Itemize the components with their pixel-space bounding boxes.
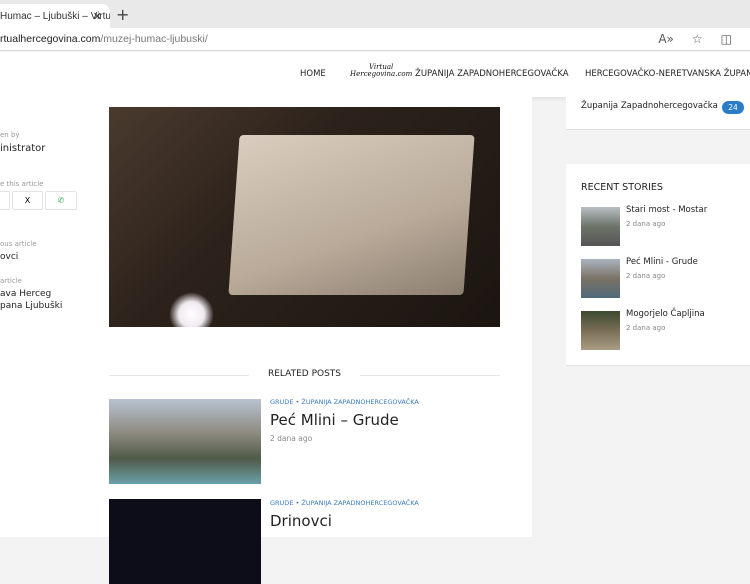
read-aloud-icon[interactable]: A» <box>658 32 674 46</box>
category-count-badge: 24 <box>722 101 744 114</box>
related-post-categories: GRUDE • ŽUPANIJA ZAPADNOHERCEGOVAČKA <box>270 499 419 507</box>
split-screen-icon[interactable]: ◫ <box>721 32 732 46</box>
address-bar[interactable]: rtualhercegovina.com/muzej-humac-ljubusk… <box>0 28 750 51</box>
nav-hercegovacko-neretvanska[interactable]: HERCEGOVAČKO-NERETVANSKA ŽUPANIJA <box>585 69 750 79</box>
recent-story-image[interactable] <box>581 259 620 298</box>
x-icon: X <box>24 196 31 205</box>
close-tab-icon[interactable]: ✕ <box>93 10 102 23</box>
recent-story-title[interactable]: Stari most - Mostar <box>626 205 707 215</box>
related-post-title[interactable]: Peć Mlini – Grude <box>270 411 399 429</box>
recent-story-title[interactable]: Peć Mlini - Grude <box>626 257 698 267</box>
share-label: e this article <box>0 180 44 188</box>
related-post-categories: GRUDE • ŽUPANIJA ZAPADNOHERCEGOVAČKA <box>270 398 419 406</box>
recent-stories-widget: RECENT STORIES Stari most - Mostar 2 dan… <box>566 164 750 366</box>
nav-home[interactable]: HOME <box>300 69 326 79</box>
category-link[interactable]: GRUDE <box>270 499 293 507</box>
previous-article-link[interactable]: ovci <box>0 252 18 262</box>
recent-story-image[interactable] <box>581 207 620 246</box>
site-logo[interactable]: Virtual Hercegovina.com <box>350 64 412 78</box>
related-post-image[interactable] <box>109 499 261 584</box>
recent-story-image[interactable] <box>581 311 620 350</box>
new-tab-button[interactable]: + <box>116 5 129 24</box>
next-article-link-2[interactable]: pana Ljubuški <box>0 301 62 311</box>
related-post-date: 2 dana ago <box>270 434 313 443</box>
recent-story-date: 2 dana ago <box>626 272 666 280</box>
previous-article-label: ous article <box>0 240 37 248</box>
nav-zapadnohercegovacka[interactable]: ŽUPANIJA ZAPADNOHERCEGOVAČKA <box>415 69 569 79</box>
recent-stories-title: RECENT STORIES <box>581 182 663 193</box>
recent-story-date: 2 dana ago <box>626 220 666 228</box>
share-facebook-button[interactable] <box>0 191 10 210</box>
share-x-button[interactable]: X <box>12 191 43 210</box>
next-article-link-1[interactable]: ava Herceg <box>0 289 51 299</box>
category-link[interactable]: ŽUPANIJA ZAPADNOHERCEGOVAČKA <box>301 398 418 406</box>
written-by-label: en by <box>0 131 20 139</box>
recent-story-title[interactable]: Mogorjelo Čapljina <box>626 309 705 319</box>
browser-tabbar: Humac – Ljubuški – Virtual ✕ + <box>0 0 750 28</box>
next-article-label: article <box>0 277 22 285</box>
browser-tab[interactable]: Humac – Ljubuški – Virtual ✕ <box>0 4 110 28</box>
author-name[interactable]: inistrator <box>0 143 45 154</box>
url-path: /muzej-humac-ljubuski/ <box>100 33 208 45</box>
url-text[interactable]: rtualhercegovina.com/muzej-humac-ljubusk… <box>0 33 208 45</box>
article-hero-image <box>109 107 500 327</box>
recent-story-date: 2 dana ago <box>626 324 666 332</box>
category-link[interactable]: ŽUPANIJA ZAPADNOHERCEGOVAČKA <box>301 499 418 507</box>
related-posts-heading: RELATED POSTS <box>109 369 500 379</box>
related-post-image[interactable] <box>109 399 261 484</box>
share-whatsapp-button[interactable]: ✆ <box>45 191 77 210</box>
category-link[interactable]: Županija Zapadnohercegovačka <box>581 101 718 111</box>
whatsapp-icon: ✆ <box>57 196 65 205</box>
url-domain: rtualhercegovina.com <box>0 33 101 45</box>
favorite-star-icon[interactable]: ☆ <box>692 32 703 46</box>
related-post-title[interactable]: Drinovci <box>270 512 332 530</box>
category-link[interactable]: GRUDE <box>270 398 293 406</box>
